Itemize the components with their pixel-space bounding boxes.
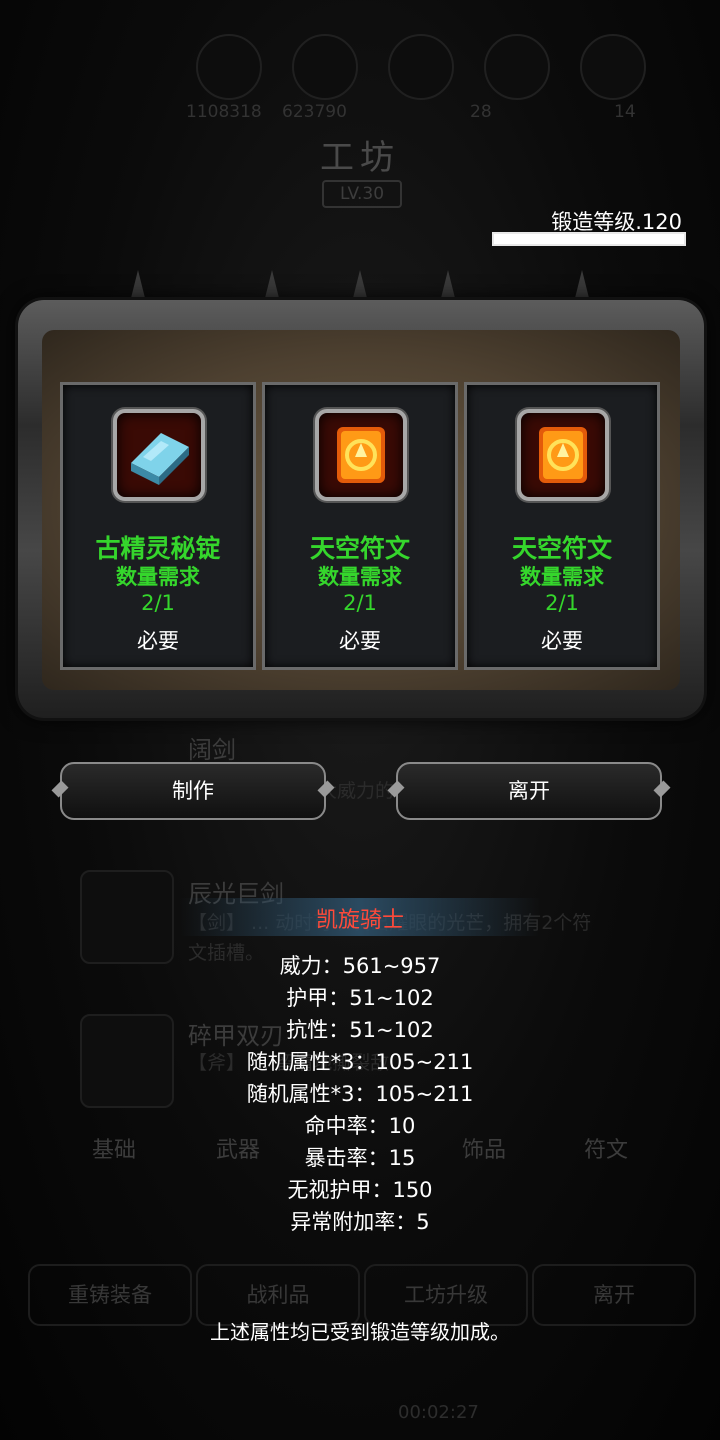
forge-level-bar	[492, 232, 686, 246]
material-name: 天空符文	[511, 534, 612, 563]
material-name: 古精灵秘锭	[95, 534, 221, 563]
tooltip-stat-attack: 威力：561~957	[279, 954, 441, 978]
material-name: 天空符文	[309, 534, 410, 563]
tooltip-stat-random: 随机属性*3：105~211	[246, 1082, 474, 1106]
forge-level-fill	[494, 234, 684, 244]
menu-circle-icon	[388, 34, 454, 100]
material-required-flag: 必要	[137, 629, 179, 653]
tooltip-stat-ignore-armor: 无视护甲：150	[287, 1178, 433, 1202]
menu-circle-icon	[292, 34, 358, 100]
menu-circle-icon	[580, 34, 646, 100]
resource-value: 623790	[282, 102, 347, 122]
tooltip-note: 上述属性均已受到锻造等级加成。	[210, 1320, 510, 1344]
rune-icon	[517, 409, 609, 501]
material-card[interactable]: 天空符文 数量需求 2/1 必要	[464, 382, 660, 670]
resource-value: 14	[614, 102, 636, 122]
material-card[interactable]: 天空符文 数量需求 2/1 必要	[262, 382, 458, 670]
menu-circle-icon	[484, 34, 550, 100]
resource-value: 28	[470, 102, 492, 122]
material-count: 2/1	[343, 591, 377, 615]
tooltip-stat-status-rate: 异常附加率：5	[290, 1210, 430, 1234]
material-required-flag: 必要	[541, 629, 583, 653]
material-requirement-label: 数量需求	[318, 565, 402, 589]
material-requirement-label: 数量需求	[520, 565, 604, 589]
rune-icon	[315, 409, 407, 501]
tooltip-title: 凯旋骑士	[315, 908, 404, 933]
timer: 00:02:27	[398, 1402, 479, 1423]
menu-circle-icon	[196, 34, 262, 100]
resource-value: 1108318	[186, 102, 262, 122]
workshop-title: 工坊	[320, 138, 400, 178]
material-count: 2/1	[141, 591, 175, 615]
tooltip-stat-armor: 护甲：51~102	[286, 986, 434, 1010]
tooltip-stat-accuracy: 命中率：10	[304, 1114, 416, 1138]
craft-button[interactable]: 制作	[60, 762, 326, 820]
material-requirement-label: 数量需求	[116, 565, 200, 589]
material-card[interactable]: 古精灵秘锭 数量需求 2/1 必要	[60, 382, 256, 670]
tooltip-stat-crit: 暴击率：15	[304, 1146, 416, 1170]
tooltip-stat-resistance: 抗性：51~102	[286, 1018, 434, 1042]
leave-button[interactable]: 离开	[396, 762, 662, 820]
ingot-icon	[113, 409, 205, 501]
material-count: 2/1	[545, 591, 579, 615]
bg-item-name: 阔剑	[188, 736, 236, 764]
workshop-level-badge: LV.30	[322, 180, 402, 208]
tooltip-stat-random: 随机属性*3：105~211	[246, 1050, 474, 1074]
material-required-flag: 必要	[339, 629, 381, 653]
